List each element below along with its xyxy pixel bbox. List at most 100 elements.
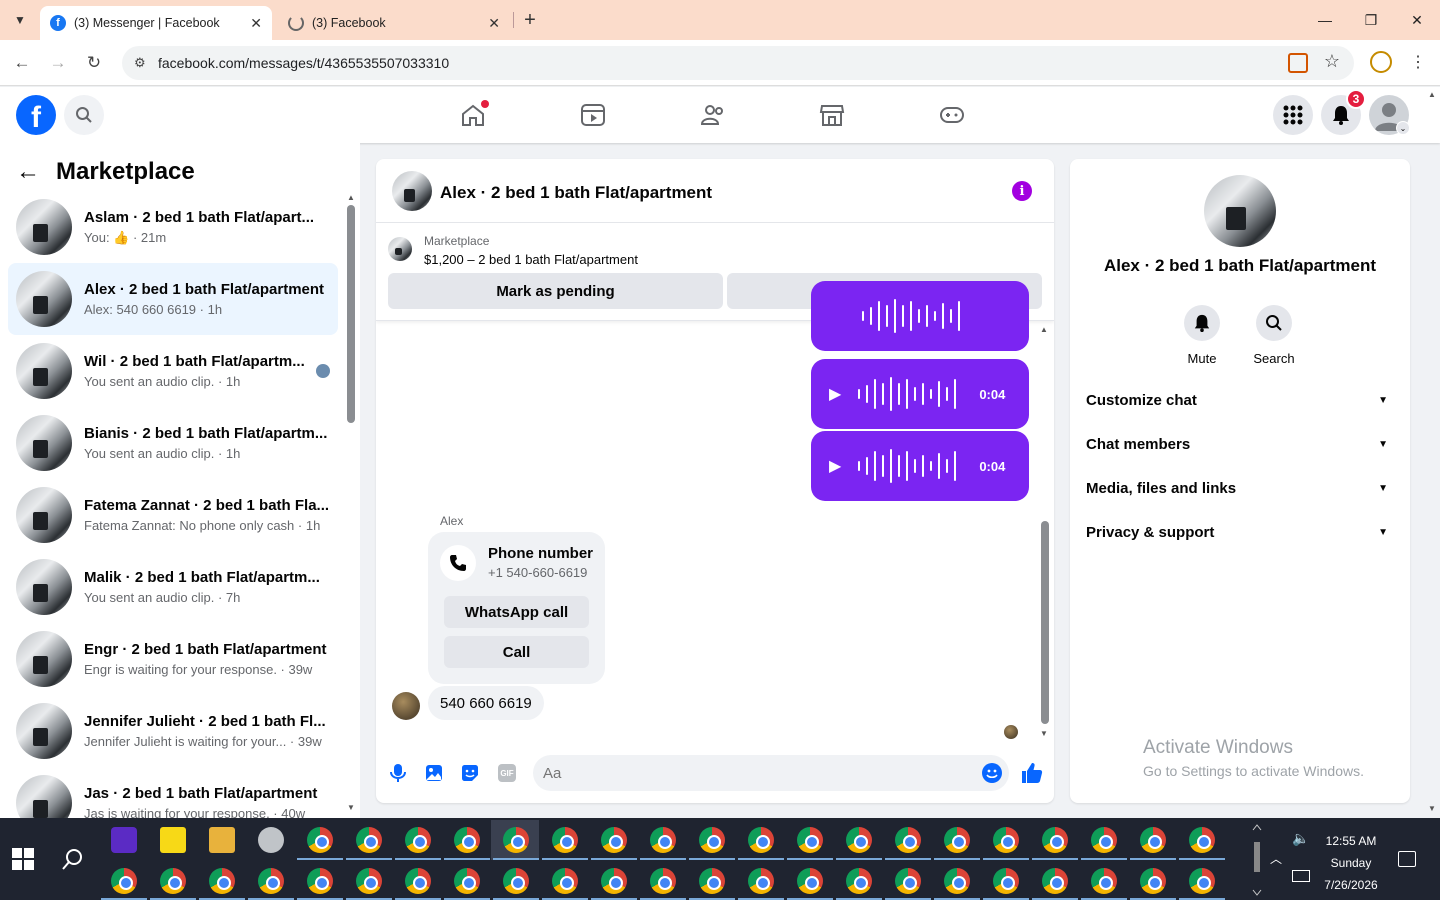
sticker-icon[interactable]: [460, 763, 480, 783]
conversation-item[interactable]: Malik · 2 bed 1 bath Flat/apartm... You s…: [8, 551, 338, 623]
chat-title[interactable]: Alex · 2 bed 1 bath Flat/apartment: [440, 183, 712, 203]
close-tab-icon[interactable]: ✕: [250, 15, 262, 32]
close-tab-icon[interactable]: ✕: [488, 15, 500, 32]
sticky-app-icon[interactable]: [160, 827, 186, 853]
chrome-window-icon[interactable]: [650, 868, 676, 894]
audio-message[interactable]: ▶ 0:04: [811, 431, 1029, 501]
page-scroll-up-icon[interactable]: ▲: [1428, 90, 1436, 99]
audio-message[interactable]: ▶ 0:04: [811, 359, 1029, 429]
folder-app-icon[interactable]: [209, 827, 235, 853]
thumbs-up-icon[interactable]: [1020, 761, 1044, 785]
action-center-icon[interactable]: [1398, 851, 1416, 867]
back-arrow-icon[interactable]: ←: [16, 158, 40, 186]
chrome-window-icon[interactable]: [797, 827, 823, 853]
chrome-window-icon[interactable]: [552, 868, 578, 894]
gif-icon[interactable]: GIF: [498, 764, 516, 782]
conversation-item[interactable]: Bianis · 2 bed 1 bath Flat/apartm... You …: [8, 407, 338, 479]
chrome-window-icon[interactable]: [1189, 827, 1215, 853]
chat-scrollbar[interactable]: [1041, 521, 1049, 724]
play-icon[interactable]: ▶: [829, 456, 841, 476]
facebook-search-button[interactable]: [64, 95, 104, 135]
chrome-window-icon[interactable]: [1042, 868, 1068, 894]
play-icon[interactable]: ▶: [829, 384, 841, 404]
tab-facebook[interactable]: (3) Facebook ✕: [278, 6, 510, 40]
friends-icon[interactable]: [700, 103, 726, 127]
chat-scroll-down-icon[interactable]: ▼: [1040, 729, 1048, 738]
conversation-item[interactable]: Wil · 2 bed 1 bath Flat/apartm... You sen…: [8, 335, 338, 407]
incoming-message-bubble[interactable]: 540 660 6619: [428, 686, 544, 720]
chrome-window-icon[interactable]: [944, 868, 970, 894]
taskbar-search-icon[interactable]: [60, 846, 86, 872]
mark-as-pending-button[interactable]: Mark as pending: [388, 273, 723, 309]
bookmark-star-icon[interactable]: ☆: [1324, 51, 1340, 72]
restore-button[interactable]: ❐: [1348, 0, 1394, 40]
video-icon[interactable]: [580, 103, 606, 127]
chrome-window-icon[interactable]: [650, 827, 676, 853]
chrome-window-icon[interactable]: [1091, 868, 1117, 894]
chat-avatar[interactable]: [392, 171, 432, 211]
chrome-window-icon[interactable]: [258, 868, 284, 894]
account-chevron-icon[interactable]: ⌄: [1396, 121, 1410, 135]
info-avatar[interactable]: [1204, 175, 1276, 247]
emoji-icon[interactable]: [982, 763, 1002, 783]
tray-overflow-icon[interactable]: ︿: [1270, 850, 1282, 867]
chrome-window-icon[interactable]: [1140, 868, 1166, 894]
site-settings-icon[interactable]: ⚙: [134, 55, 150, 71]
listing-thumbnail[interactable]: [388, 237, 412, 261]
listing-title[interactable]: $1,200 – 2 bed 1 bath Flat/apartment: [424, 252, 638, 267]
chrome-window-icon[interactable]: [405, 868, 431, 894]
whatsapp-call-button[interactable]: WhatsApp call: [444, 596, 589, 628]
sender-avatar[interactable]: [392, 692, 420, 720]
scroll-down-arrow-icon[interactable]: ▼: [347, 803, 355, 812]
audio-message-partial[interactable]: [811, 281, 1029, 351]
forward-button[interactable]: →: [46, 51, 70, 75]
chat-scroll-up-icon[interactable]: ▲: [1040, 325, 1048, 334]
customize-chat-section[interactable]: Customize chat ▼: [1086, 378, 1394, 422]
scroll-up-arrow-icon[interactable]: ▲: [347, 193, 355, 202]
purple-app-icon[interactable]: [111, 827, 137, 853]
chrome-window-icon[interactable]: [1042, 827, 1068, 853]
browser-profile-icon[interactable]: [1370, 51, 1392, 73]
chrome-window-icon[interactable]: [699, 827, 725, 853]
media-files-links-section[interactable]: Media, files and links ▼: [1086, 466, 1394, 510]
chrome-window-icon[interactable]: [1091, 827, 1117, 853]
sidebar-scrollbar[interactable]: [347, 205, 355, 423]
chrome-window-icon[interactable]: [699, 868, 725, 894]
volume-icon[interactable]: 🔈: [1292, 830, 1309, 847]
chrome-window-icon[interactable]: [503, 868, 529, 894]
chrome-window-icon[interactable]: [993, 827, 1019, 853]
photo-icon[interactable]: [424, 763, 444, 783]
chrome-window-icon[interactable]: [601, 868, 627, 894]
search-action[interactable]: Search: [1244, 305, 1304, 366]
reload-button[interactable]: ↻: [82, 51, 106, 75]
back-button[interactable]: ←: [10, 51, 34, 75]
chrome-window-icon[interactable]: [356, 827, 382, 853]
chrome-window-icon[interactable]: [846, 868, 872, 894]
conversation-item[interactable]: Fatema Zannat · 2 bed 1 bath Fla... Fatem…: [8, 479, 338, 551]
chrome-window-icon[interactable]: [748, 868, 774, 894]
browser-menu-icon[interactable]: ⋮: [1410, 52, 1426, 72]
chrome-window-icon[interactable]: [454, 827, 480, 853]
omnibox[interactable]: ⚙ facebook.com/messages/t/43655355070333…: [122, 46, 1354, 80]
new-tab-button[interactable]: +: [518, 8, 542, 32]
chrome-window-icon[interactable]: [307, 827, 333, 853]
privacy-support-section[interactable]: Privacy & support ▼: [1086, 510, 1394, 554]
conversation-item[interactable]: Engr · 2 bed 1 bath Flat/apartment Engr i…: [8, 623, 338, 695]
chrome-window-icon[interactable]: [748, 827, 774, 853]
chrome-window-icon[interactable]: [111, 868, 137, 894]
chrome-window-icon[interactable]: [895, 868, 921, 894]
chrome-window-icon[interactable]: [356, 868, 382, 894]
chrome-window-icon[interactable]: [1140, 827, 1166, 853]
conversation-item[interactable]: Aslam · 2 bed 1 bath Flat/apart... You: 👍…: [8, 191, 338, 263]
tab-messenger[interactable]: f (3) Messenger | Facebook ✕: [40, 6, 272, 40]
url-text[interactable]: facebook.com/messages/t/4365535507033310: [158, 55, 449, 71]
chat-members-section[interactable]: Chat members ▼: [1086, 422, 1394, 466]
marketplace-icon[interactable]: [819, 103, 845, 127]
minimize-button[interactable]: —: [1302, 0, 1348, 40]
conversation-item[interactable]: Jas · 2 bed 1 bath Flat/apartment Jas is …: [8, 767, 338, 818]
chrome-window-icon[interactable]: [503, 827, 529, 853]
chrome-window-icon[interactable]: [846, 827, 872, 853]
chrome-window-icon[interactable]: [1189, 868, 1215, 894]
close-window-button[interactable]: ✕: [1394, 0, 1440, 40]
message-input[interactable]: [533, 755, 1009, 791]
